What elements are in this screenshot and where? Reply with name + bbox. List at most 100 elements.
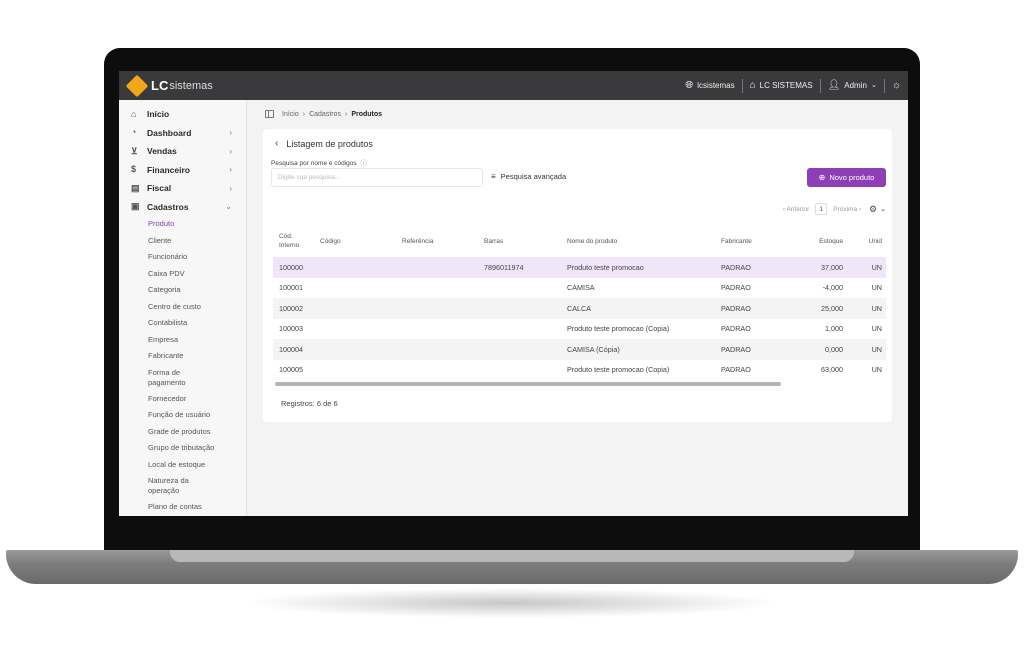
advanced-search-label: Pesquisa avançada [500, 172, 567, 181]
col-nome[interactable]: Nome do produto [567, 238, 721, 245]
app-screen: LC sistemas 🌐︎ lcsistemas ⌂ LC SISTEMAS … [119, 71, 908, 516]
table-row[interactable]: 100000 7896011974 Produto teste promocao… [273, 257, 886, 278]
back-arrow-icon[interactable]: ‹ [275, 138, 278, 149]
cell-unid: UN [871, 324, 882, 334]
chevron-down-icon: ⌄ [870, 82, 877, 89]
sidebar-subitem-grade-de-produtos[interactable]: Grade de produtos [148, 424, 246, 441]
page-title: ‹ Listagem de produtos [275, 138, 373, 149]
sidebar-subitem-categoria[interactable]: Categoria [148, 282, 246, 299]
sidebar-item-financeiro[interactable]: $ Financeiro › [119, 161, 246, 180]
advanced-search-button[interactable]: ≡ Pesquisa avançada [491, 172, 566, 181]
logo-mark-icon [125, 74, 149, 97]
sidebar-toggle-icon[interactable] [265, 110, 274, 118]
new-product-button[interactable]: ⊕ Novo produto [807, 168, 886, 187]
col-header-text: Cód. [279, 233, 293, 240]
main-content: Início › Cadastros › Produtos ‹ Listagem… [247, 100, 908, 516]
table-row[interactable]: 100005 Produto teste promocao (Copia) PA… [273, 360, 886, 381]
sidebar-subitem-funcao-de-usuario[interactable]: Função de usuário [148, 407, 246, 424]
sidebar-subitem-empresa[interactable]: Empresa [148, 332, 246, 349]
chevron-down-icon[interactable]: ⌄ [880, 205, 886, 213]
home-icon: ⌂ [131, 108, 137, 119]
sidebar-subitem-cliente[interactable]: Cliente [148, 233, 246, 250]
search-placeholder: Digite sua pesquisa... [278, 174, 341, 181]
cell-cod: 100001 [279, 283, 303, 293]
sidebar-item-inicio[interactable]: ⌂ Início [119, 105, 246, 124]
sidebar-subitem-forma-de-pagamento[interactable]: Forma de pagamento [148, 365, 210, 391]
sidebar-subitem-produto[interactable]: Produto [148, 216, 246, 233]
cell-fabricante: PADRAO [721, 324, 751, 334]
cell-fabricante: PADRAO [721, 365, 751, 375]
col-referencia[interactable]: Referência [402, 238, 484, 245]
user-menu[interactable]: 👤︎ Admin ⌄ [821, 78, 884, 94]
horizontal-scrollbar[interactable] [275, 382, 781, 386]
col-estoque[interactable]: Estoque [788, 238, 843, 245]
search-label-text: Pesquisa por nome e códigos [271, 160, 357, 167]
cart-icon: ⊻ [131, 145, 138, 156]
sidebar-subitem-caixa-pdv[interactable]: Caixa PDV [148, 266, 246, 283]
sidebar-item-vendas[interactable]: ⊻ Vendas › [119, 142, 246, 161]
cell-unid: UN [871, 365, 882, 375]
table-row[interactable]: 100004 CAMISA (Cópia) PADRAO 0,000 UN [273, 339, 886, 360]
logo[interactable]: LC sistemas [125, 74, 213, 97]
laptop-hinge [170, 550, 854, 562]
table-row[interactable]: 100001 CAMISA PADRAO -4,000 UN [273, 278, 886, 299]
cell-estoque: -4,000 [822, 283, 843, 293]
cell-cod: 100000 [279, 262, 303, 272]
gear-icon[interactable]: ⚙ [869, 204, 877, 215]
sidebar-subitem-funcionario[interactable]: Funcionário [148, 249, 246, 266]
sidebar-item-label: Cadastros [147, 201, 189, 212]
sun-icon: ☼ [891, 79, 901, 91]
sidebar-item-fiscal[interactable]: ▤ Fiscal › [119, 179, 246, 198]
sidebar-subitem-contabilista[interactable]: Contabilista [148, 315, 246, 332]
search-input[interactable]: Digite sua pesquisa... [271, 168, 483, 187]
pager-page[interactable]: 1 [815, 203, 828, 215]
table-row[interactable]: 100002 CALCA PADRAO 25,000 UN [273, 298, 886, 319]
records-count: Registros: 6 de 6 [281, 399, 338, 408]
col-unid[interactable]: Unid [843, 238, 886, 245]
sidebar-item-cadastros[interactable]: ▣ Cadastros ⌄ [119, 198, 246, 217]
sidebar-subitem-fornecedor[interactable]: Fornecedor [148, 391, 246, 408]
cell-cod: 100004 [279, 344, 303, 354]
cell-nome: CAMISA (Cópia) [567, 344, 620, 354]
sidebar-subitem-fabricante[interactable]: Fabricante [148, 348, 246, 365]
col-barras[interactable]: Barras [484, 238, 567, 245]
sidebar-subitem-local-de-estoque[interactable]: Local de estoque [148, 457, 246, 474]
company-selector[interactable]: ⌂ LC SISTEMAS [743, 78, 820, 94]
pager-next[interactable]: Próxima › [833, 206, 861, 213]
sidebar-item-dashboard[interactable]: ◔ Dashboard › [119, 124, 246, 143]
sidebar: ⌂ Início ◔ Dashboard › ⊻ Vendas › $ Fina… [119, 100, 247, 516]
breadcrumb-separator: › [344, 110, 348, 118]
sidebar-item-label: Dashboard [147, 127, 192, 138]
sidebar-item-label: Início [147, 109, 170, 120]
cell-nome: Produto teste promocao [567, 262, 644, 272]
sidebar-subitem-grupo-de-tributacao[interactable]: Grupo de tributação [148, 440, 246, 457]
cell-estoque: 1,000 [825, 324, 843, 334]
table-row[interactable]: 100003 Produto teste promocao (Copia) PA… [273, 319, 886, 340]
laptop-shadow [240, 588, 780, 618]
sidebar-item-label: Fiscal [147, 183, 172, 194]
new-product-label: Novo produto [829, 173, 875, 182]
col-cod-interno[interactable]: Cód. Interno [273, 232, 320, 250]
sidebar-subitem-centro-de-custo[interactable]: Centro de custo [148, 299, 246, 316]
cell-estoque: 0,000 [825, 344, 843, 354]
breadcrumb-section[interactable]: Cadastros [309, 111, 341, 118]
search-label: Pesquisa por nome e códigos ⓘ [271, 157, 367, 167]
logo-subtext: sistemas [169, 79, 213, 92]
pager-prev[interactable]: ‹ Anterior [783, 206, 809, 213]
cell-estoque: 25,000 [821, 303, 843, 313]
cell-nome: Produto teste promocao (Copia) [567, 365, 670, 375]
sidebar-subitem-plano-de-contas[interactable]: Plano de contas [148, 499, 246, 516]
col-codigo[interactable]: Código [320, 238, 402, 245]
cell-fabricante: PADRAO [721, 262, 751, 272]
money-icon: $ [131, 164, 137, 175]
col-fabricante[interactable]: Fabricante [721, 238, 788, 245]
site-link[interactable]: 🌐︎ lcsistemas [678, 78, 741, 94]
chevron-right-icon: › [229, 146, 232, 156]
breadcrumb-home[interactable]: Início [282, 111, 299, 118]
cell-fabricante: PADRAO [721, 344, 751, 354]
sidebar-item-label: Vendas [147, 146, 177, 157]
cell-nome: CAMISA [567, 283, 595, 293]
cell-estoque: 63,000 [821, 365, 843, 375]
theme-toggle[interactable]: ☼ [885, 78, 908, 94]
sidebar-subitem-natureza-da-operacao[interactable]: Natureza da operação [148, 473, 210, 499]
